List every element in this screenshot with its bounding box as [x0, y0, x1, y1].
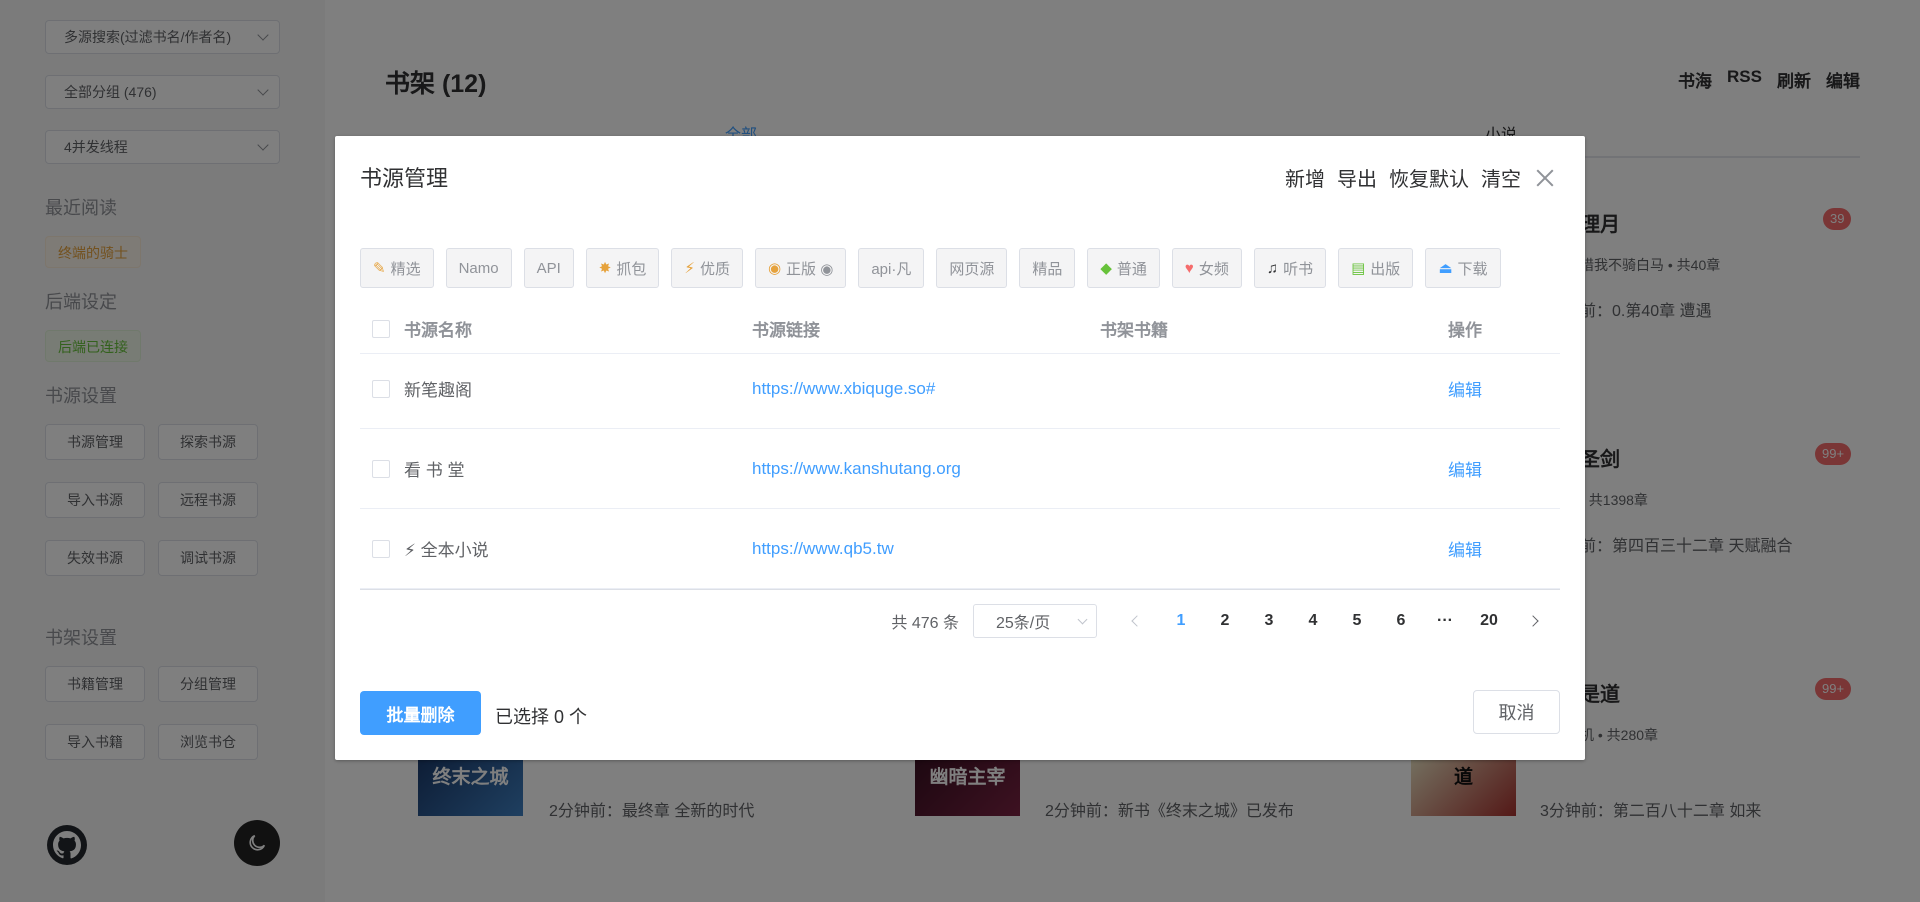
- table-row[interactable]: ⚡ 全本小说 https://www.qb5.tw 编辑: [360, 509, 1560, 589]
- source-manage-dialog: 书源管理 新增 导出 恢复默认 清空 ✎ 精选 Namo API ✸ 抓包 ⚡ 优质 …: [335, 136, 1585, 760]
- group-chip[interactable]: ♫ 听书: [1253, 248, 1327, 288]
- group-chip[interactable]: ⏏ 下载: [1425, 248, 1501, 288]
- table-row[interactable]: 看 书 堂 https://www.kanshutang.org 编辑: [360, 429, 1560, 509]
- group-chip[interactable]: ▤ 出版: [1338, 248, 1414, 288]
- add-source-button[interactable]: 新增: [1285, 163, 1325, 192]
- group-chip-list: ✎ 精选 Namo API ✸ 抓包 ⚡ 优质 ◉ 正版 ◉ api·凡 网页源 精品 …: [360, 248, 1560, 290]
- page-2[interactable]: 2: [1203, 612, 1247, 630]
- group-chip[interactable]: ✎ 精选: [360, 248, 434, 288]
- page-1[interactable]: 1: [1159, 612, 1203, 630]
- page-6[interactable]: 6: [1379, 612, 1423, 630]
- page-20[interactable]: 20: [1467, 612, 1511, 630]
- table-body[interactable]: 新笔趣阁 https://www.xbiquge.so# 编辑 看 书 堂 ht…: [360, 355, 1560, 590]
- dialog-title: 书源管理: [360, 166, 449, 191]
- export-button[interactable]: 导出: [1337, 163, 1377, 192]
- headphones-icon: ♫: [1266, 259, 1279, 277]
- page-5[interactable]: 5: [1335, 612, 1379, 630]
- batch-delete-button[interactable]: 批量删除: [360, 691, 481, 735]
- group-chip[interactable]: api·凡: [858, 248, 925, 288]
- cancel-button[interactable]: 取消: [1473, 690, 1560, 734]
- column-header-action: 操作: [1448, 321, 1482, 340]
- source-name: 看 书 堂: [404, 461, 465, 480]
- row-checkbox[interactable]: [372, 379, 390, 398]
- group-chip[interactable]: ✸ 抓包: [585, 248, 660, 288]
- source-name: 新笔趣阁: [404, 381, 472, 400]
- group-chip[interactable]: ♥ 女频: [1171, 248, 1242, 288]
- group-chip[interactable]: 精品: [1019, 248, 1076, 288]
- close-icon[interactable]: [1535, 168, 1555, 188]
- group-chip[interactable]: ◆ 普通: [1087, 248, 1160, 288]
- page-size-select[interactable]: 25条/页: [973, 604, 1097, 638]
- row-checkbox[interactable]: [372, 539, 390, 558]
- source-url[interactable]: https://www.xbiquge.so#: [752, 379, 1100, 399]
- dialog-actions: 新增 导出 恢复默认 清空: [1285, 163, 1555, 192]
- prev-page-icon[interactable]: [1115, 615, 1159, 627]
- column-header-name: 书源名称: [404, 321, 472, 340]
- select-all-checkbox[interactable]: [372, 319, 390, 338]
- burst-icon: ✸: [598, 260, 612, 277]
- beginner-icon: ◆: [1100, 260, 1112, 277]
- lightning-icon: ⚡: [684, 260, 695, 277]
- medal-icon: ◉: [767, 260, 782, 277]
- restore-default-button[interactable]: 恢复默认: [1389, 163, 1469, 192]
- next-page-icon[interactable]: [1511, 615, 1555, 627]
- selected-count: 已选择 0 个: [495, 707, 588, 727]
- page-3[interactable]: 3: [1247, 612, 1291, 630]
- clear-button[interactable]: 清空: [1481, 163, 1521, 192]
- table-header: 书源名称 书源链接 书架书籍 操作: [360, 304, 1560, 354]
- chevron-down-icon: [1077, 614, 1088, 624]
- group-chip[interactable]: ⚡ 优质: [671, 248, 743, 288]
- group-chip[interactable]: Namo: [445, 248, 512, 288]
- group-chip[interactable]: ◉ 正版 ◉: [754, 248, 847, 288]
- column-header-shelf: 书架书籍: [1100, 321, 1168, 340]
- books-icon: ▤: [1351, 260, 1366, 277]
- column-header-url: 书源链接: [752, 321, 820, 340]
- edit-source-button[interactable]: 编辑: [1448, 456, 1560, 481]
- group-chip[interactable]: 网页源: [936, 248, 1008, 288]
- source-url[interactable]: https://www.kanshutang.org: [752, 459, 1100, 479]
- source-url[interactable]: https://www.qb5.tw: [752, 539, 1100, 559]
- more-pages-icon[interactable]: ···: [1423, 612, 1467, 630]
- download-icon: ⏏: [1438, 260, 1453, 277]
- row-checkbox[interactable]: [372, 459, 390, 478]
- edit-source-button[interactable]: 编辑: [1448, 536, 1560, 561]
- source-name: ⚡ 全本小说: [404, 541, 489, 560]
- total-count: 共 476 条: [891, 615, 959, 632]
- brush-icon: ✎: [373, 260, 386, 277]
- pagination: 共 476 条 25条/页 1 2 3 4 5 6 ··· 20: [891, 604, 1555, 638]
- page-4[interactable]: 4: [1291, 612, 1335, 630]
- heart-icon: ♥: [1184, 259, 1194, 277]
- group-chip[interactable]: API: [523, 248, 574, 288]
- edit-source-button[interactable]: 编辑: [1448, 376, 1560, 401]
- table-row[interactable]: 新笔趣阁 https://www.xbiquge.so# 编辑: [360, 355, 1560, 429]
